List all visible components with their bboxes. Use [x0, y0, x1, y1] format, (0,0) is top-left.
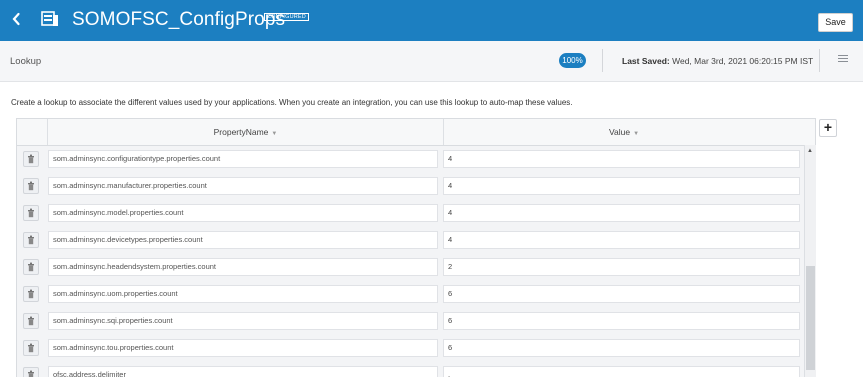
property-name-input[interactable]: ofsc.address.delimiter: [48, 366, 438, 377]
table-row: som.adminsync.devicetypes.properties.cou…: [17, 227, 807, 254]
trash-icon[interactable]: [23, 151, 39, 167]
lookup-table: PropertyName ▼ Value ▼ som.adminsync.confi…: [16, 118, 816, 377]
value-input[interactable]: 6: [443, 339, 800, 357]
table-row: som.adminsync.tou.properties.count 6: [17, 335, 807, 362]
page-description: Create a lookup to associate the differe…: [11, 98, 573, 107]
property-name-input[interactable]: som.adminsync.headendsystem.properties.c…: [48, 258, 438, 276]
column-header-label: Value: [608, 127, 631, 137]
trash-icon[interactable]: [23, 205, 39, 221]
property-name-input[interactable]: som.adminsync.manufacturer.properties.co…: [48, 177, 438, 195]
trash-icon[interactable]: [23, 178, 39, 194]
table-row: som.adminsync.headendsystem.properties.c…: [17, 254, 807, 281]
last-saved-label: Last Saved:: [622, 56, 670, 66]
table-row: ofsc.address.delimiter ,: [17, 362, 807, 377]
column-header-propertyname[interactable]: PropertyName ▼: [47, 119, 443, 145]
table-row: som.adminsync.sqi.properties.count 6: [17, 308, 807, 335]
plus-icon: +: [823, 119, 833, 135]
value-input[interactable]: 6: [443, 312, 800, 330]
breadcrumb[interactable]: Lookup: [10, 56, 41, 67]
value-input[interactable]: 4: [443, 177, 800, 195]
vertical-scrollbar[interactable]: ▲: [804, 145, 816, 377]
divider: [602, 49, 603, 72]
value-input[interactable]: 2: [443, 258, 800, 276]
last-saved-status: Last Saved: Wed, Mar 3rd, 2021 06:20:15 …: [622, 56, 813, 66]
table-header: PropertyName ▼ Value ▼: [17, 119, 815, 146]
divider: [819, 49, 820, 72]
last-saved-timestamp: Wed, Mar 3rd, 2021 06:20:15 PM IST: [672, 56, 814, 66]
table-row: som.adminsync.configurationtype.properti…: [17, 146, 807, 173]
add-row-button[interactable]: +: [819, 119, 837, 137]
page-title: SOMOFSC_ConfigProps: [72, 9, 286, 30]
back-button[interactable]: [10, 11, 24, 29]
trash-icon[interactable]: [23, 367, 39, 377]
table-row: som.adminsync.manufacturer.properties.co…: [17, 173, 807, 200]
chevron-left-icon: [12, 12, 20, 26]
column-header-label: PropertyName: [213, 127, 269, 137]
value-input[interactable]: 4: [443, 231, 800, 249]
save-button[interactable]: Save: [818, 13, 853, 32]
column-header-value[interactable]: Value ▼: [443, 119, 804, 145]
hamburger-menu-icon[interactable]: [838, 55, 848, 65]
table-row: som.adminsync.uom.properties.count 6: [17, 281, 807, 308]
zoom-level-badge[interactable]: 100%: [559, 53, 586, 68]
lookup-table-icon: [41, 11, 59, 27]
property-name-input[interactable]: som.adminsync.configurationtype.properti…: [48, 150, 438, 168]
table-row: som.adminsync.model.properties.count 4: [17, 200, 807, 227]
scroll-up-icon[interactable]: ▲: [807, 148, 813, 154]
caret-down-icon[interactable]: ▼: [633, 131, 639, 137]
trash-icon[interactable]: [23, 232, 39, 248]
caret-down-icon[interactable]: ▼: [271, 131, 277, 137]
trash-icon[interactable]: [23, 286, 39, 302]
value-input[interactable]: 4: [443, 204, 800, 222]
property-name-input[interactable]: som.adminsync.devicetypes.properties.cou…: [48, 231, 438, 249]
property-name-input[interactable]: som.adminsync.sqi.properties.count: [48, 312, 438, 330]
trash-icon[interactable]: [23, 259, 39, 275]
value-input[interactable]: 4: [443, 150, 800, 168]
trash-icon[interactable]: [23, 313, 39, 329]
trash-icon[interactable]: [23, 340, 39, 356]
property-name-input[interactable]: som.adminsync.tou.properties.count: [48, 339, 438, 357]
property-name-input[interactable]: som.adminsync.uom.properties.count: [48, 285, 438, 303]
scrollbar-thumb[interactable]: [806, 266, 815, 370]
status-badge: CONFIGURED: [264, 13, 309, 21]
value-input[interactable]: 6: [443, 285, 800, 303]
value-input[interactable]: ,: [443, 366, 800, 377]
property-name-input[interactable]: som.adminsync.model.properties.count: [48, 204, 438, 222]
